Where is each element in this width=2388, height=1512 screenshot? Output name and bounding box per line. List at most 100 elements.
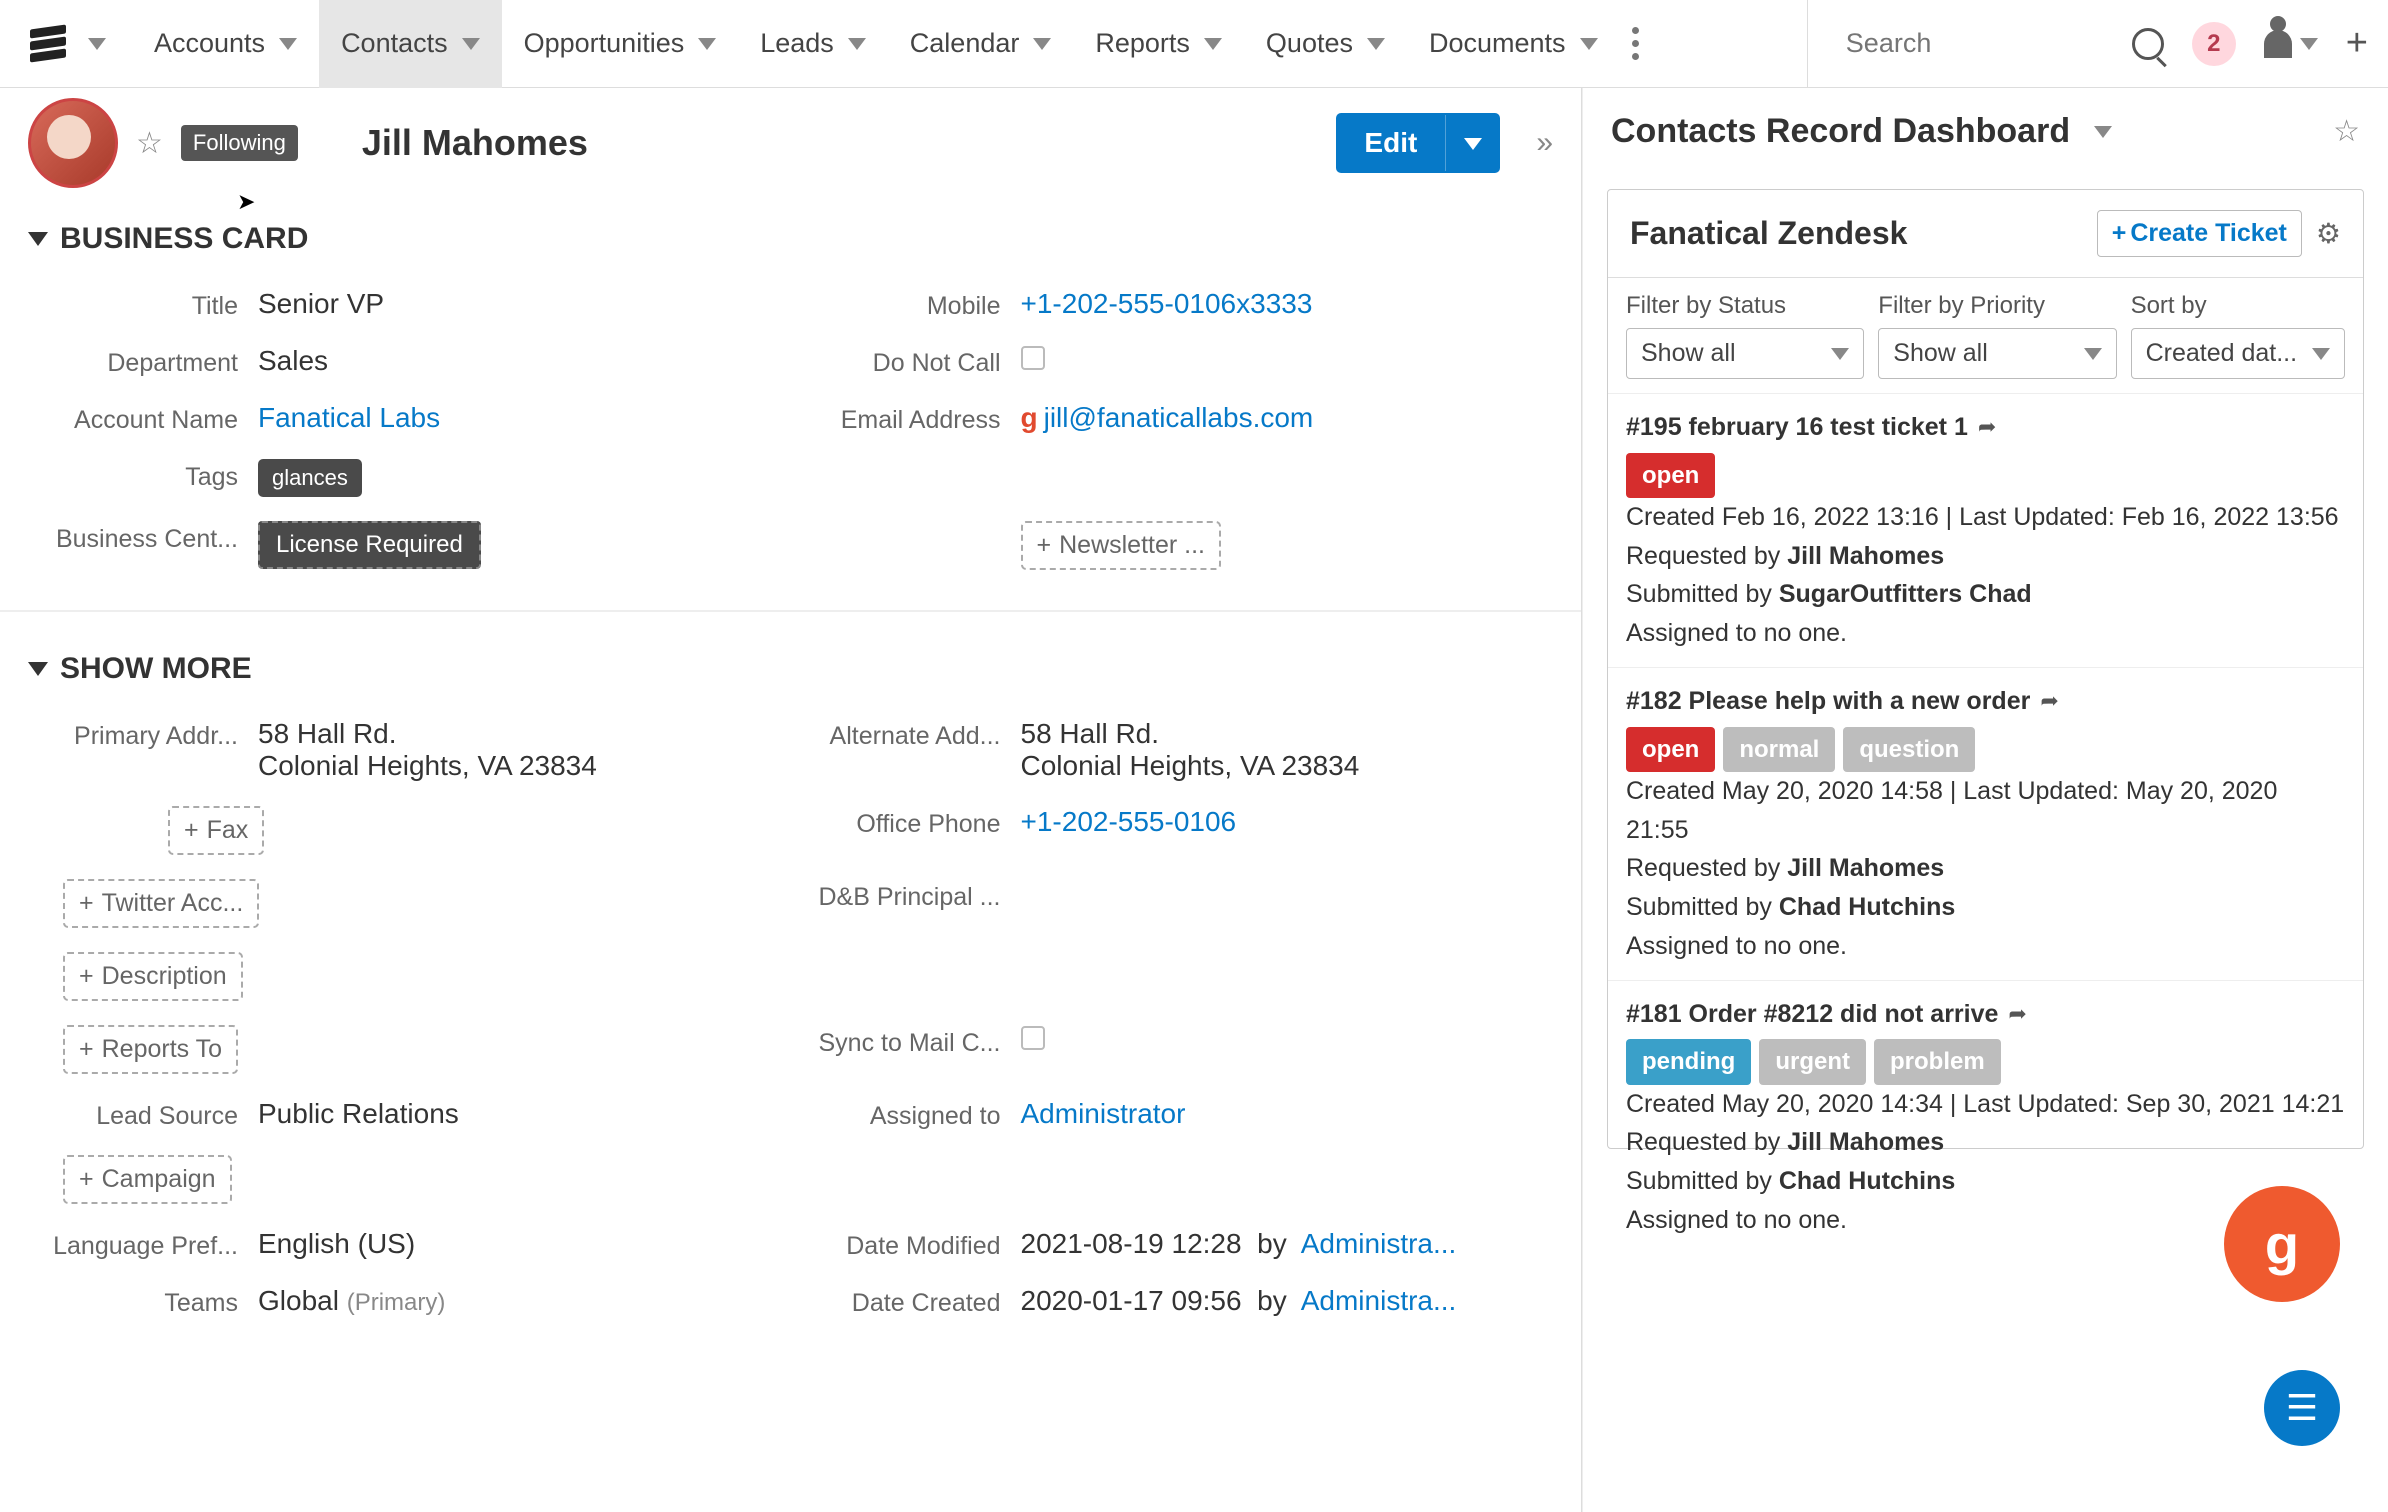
ticket-item[interactable]: #182 Please help with a new order➦openno…	[1608, 667, 2363, 980]
campaign-button[interactable]: +Campaign	[63, 1155, 232, 1204]
field-label: Date Modified	[801, 1228, 1001, 1261]
twitter-button[interactable]: +Twitter Acc...	[63, 879, 259, 928]
panel-title: Fanatical Zendesk	[1630, 215, 1907, 252]
dashboard-title: Contacts Record Dashboard	[1611, 112, 2070, 151]
sort-select[interactable]: Created dat...	[2131, 328, 2345, 379]
filter-status-label: Filter by Status	[1626, 292, 1864, 320]
teams-value: Global (Primary)	[258, 1285, 781, 1317]
nav-documents[interactable]: Documents	[1407, 0, 1620, 88]
notification-badge[interactable]: 2	[2192, 22, 2236, 66]
nav-accounts[interactable]: Accounts	[132, 0, 319, 88]
create-button[interactable]: +	[2346, 22, 2368, 65]
overflow-menu-icon[interactable]	[1632, 27, 1639, 60]
field-label: Office Phone	[801, 806, 1001, 839]
record-name: Jill Mahomes	[362, 122, 588, 164]
field-label: Account Name	[38, 402, 238, 435]
field-label: Business Cent...	[38, 521, 238, 554]
edit-label: Edit	[1336, 113, 1445, 173]
ticket-item[interactable]: #195 february 16 test ticket 1➦openCreat…	[1608, 393, 2363, 667]
newsletter-button[interactable]: +Newsletter ...	[1021, 521, 1221, 570]
chevron-down-icon	[28, 662, 48, 676]
dashboard-header: Contacts Record Dashboard ☆	[1583, 88, 2388, 175]
sync-mail-checkbox[interactable]	[1021, 1026, 1045, 1050]
primary-addr: 58 Hall Rd.Colonial Heights, VA 23834	[258, 718, 781, 782]
field-label: Mobile	[801, 288, 1001, 321]
section-title: SHOW MORE	[60, 652, 252, 686]
field-label: Language Pref...	[38, 1228, 238, 1261]
field-label: D&B Principal ...	[801, 879, 1001, 912]
tag-chip[interactable]: glances	[258, 459, 362, 497]
field-label: Do Not Call	[801, 345, 1001, 378]
license-chip[interactable]: License Required	[258, 521, 481, 569]
lead-source: Public Relations	[258, 1098, 781, 1130]
filter-priority-select[interactable]: Show all	[1878, 328, 2116, 379]
nav-right: 2 +	[1807, 0, 2368, 88]
mobile-value[interactable]: +1-202-555-0106x3333	[1021, 288, 1544, 320]
record-header: ☆ Following Jill Mahomes Edit »	[0, 88, 1581, 200]
field-label: Teams	[38, 1285, 238, 1318]
field-label: Assigned to	[801, 1098, 1001, 1131]
sort-label: Sort by	[2131, 292, 2345, 320]
field-label: Title	[38, 288, 238, 321]
field-label: Date Created	[801, 1285, 1001, 1318]
nav-calendar[interactable]: Calendar	[888, 0, 1074, 88]
nav-items: AccountsContactsOpportunitiesLeadsCalend…	[132, 0, 1620, 88]
menu-fab[interactable]: ☰	[2264, 1370, 2340, 1446]
zendesk-panel: Fanatical Zendesk +Create Ticket ⚙ Filte…	[1607, 189, 2364, 1149]
field-label: Sync to Mail C...	[801, 1025, 1001, 1058]
nav-contacts[interactable]: Contacts	[319, 0, 502, 88]
email-link[interactable]: gjill@fanaticallabs.com	[1021, 402, 1544, 434]
date-modified: 2021-08-19 12:28 by Administra...	[1021, 1228, 1544, 1260]
avatar[interactable]	[28, 98, 118, 188]
share-icon[interactable]: ➦	[1978, 410, 1996, 444]
filter-priority-label: Filter by Priority	[1878, 292, 2116, 320]
chevron-down-icon	[28, 232, 48, 246]
nav-reports[interactable]: Reports	[1073, 0, 1244, 88]
assigned-to[interactable]: Administrator	[1021, 1098, 1544, 1130]
field-label: Tags	[38, 459, 238, 492]
ticket-list: #195 february 16 test ticket 1➦openCreat…	[1608, 393, 2363, 1254]
section-title: BUSINESS CARD	[60, 222, 308, 256]
user-menu[interactable]	[2264, 30, 2318, 58]
create-ticket-button[interactable]: +Create Ticket	[2097, 210, 2302, 257]
top-nav: AccountsContactsOpportunitiesLeadsCalend…	[0, 0, 2388, 88]
business-card-header[interactable]: BUSINESS CARD	[28, 222, 1553, 256]
g-icon: g	[1021, 402, 1038, 433]
gear-icon[interactable]: ⚙	[2316, 217, 2341, 250]
do-not-call-checkbox[interactable]	[1021, 346, 1045, 370]
star-icon[interactable]: ☆	[2333, 114, 2360, 149]
nav-quotes[interactable]: Quotes	[1244, 0, 1407, 88]
search-input[interactable]	[1844, 27, 2104, 60]
glances-fab[interactable]: g	[2224, 1186, 2340, 1302]
reports-to-button[interactable]: +Reports To	[63, 1025, 238, 1074]
field-label: Email Address	[801, 402, 1001, 435]
share-icon[interactable]: ➦	[2040, 684, 2058, 718]
description-button[interactable]: +Description	[63, 952, 243, 1001]
expand-icon[interactable]: »	[1536, 126, 1553, 160]
app-logo[interactable]	[30, 24, 70, 64]
search-icon[interactable]	[2132, 28, 2164, 60]
department-value: Sales	[258, 345, 781, 377]
language-value: English (US)	[258, 1228, 781, 1260]
office-phone[interactable]: +1-202-555-0106	[1021, 806, 1544, 838]
field-label: Alternate Add...	[801, 718, 1001, 751]
date-created: 2020-01-17 09:56 by Administra...	[1021, 1285, 1544, 1317]
fax-button[interactable]: +Fax	[168, 806, 264, 855]
field-label: Lead Source	[38, 1098, 238, 1131]
account-link[interactable]: Fanatical Labs	[258, 402, 781, 434]
app-menu-caret[interactable]	[88, 38, 106, 50]
following-badge[interactable]: Following	[181, 125, 298, 161]
field-label: Department	[38, 345, 238, 378]
filter-status-select[interactable]: Show all	[1626, 328, 1864, 379]
edit-button[interactable]: Edit	[1336, 113, 1500, 173]
edit-dropdown[interactable]	[1445, 115, 1500, 171]
star-icon[interactable]: ☆	[136, 126, 163, 161]
nav-leads[interactable]: Leads	[738, 0, 888, 88]
show-more-header[interactable]: SHOW MORE	[28, 652, 1553, 686]
dashboard-dropdown[interactable]	[2094, 126, 2112, 138]
title-value: Senior VP	[258, 288, 781, 320]
nav-opportunities[interactable]: Opportunities	[502, 0, 739, 88]
share-icon[interactable]: ➦	[2008, 997, 2026, 1031]
alt-addr: 58 Hall Rd.Colonial Heights, VA 23834	[1021, 718, 1544, 782]
field-label: Primary Addr...	[38, 718, 238, 751]
